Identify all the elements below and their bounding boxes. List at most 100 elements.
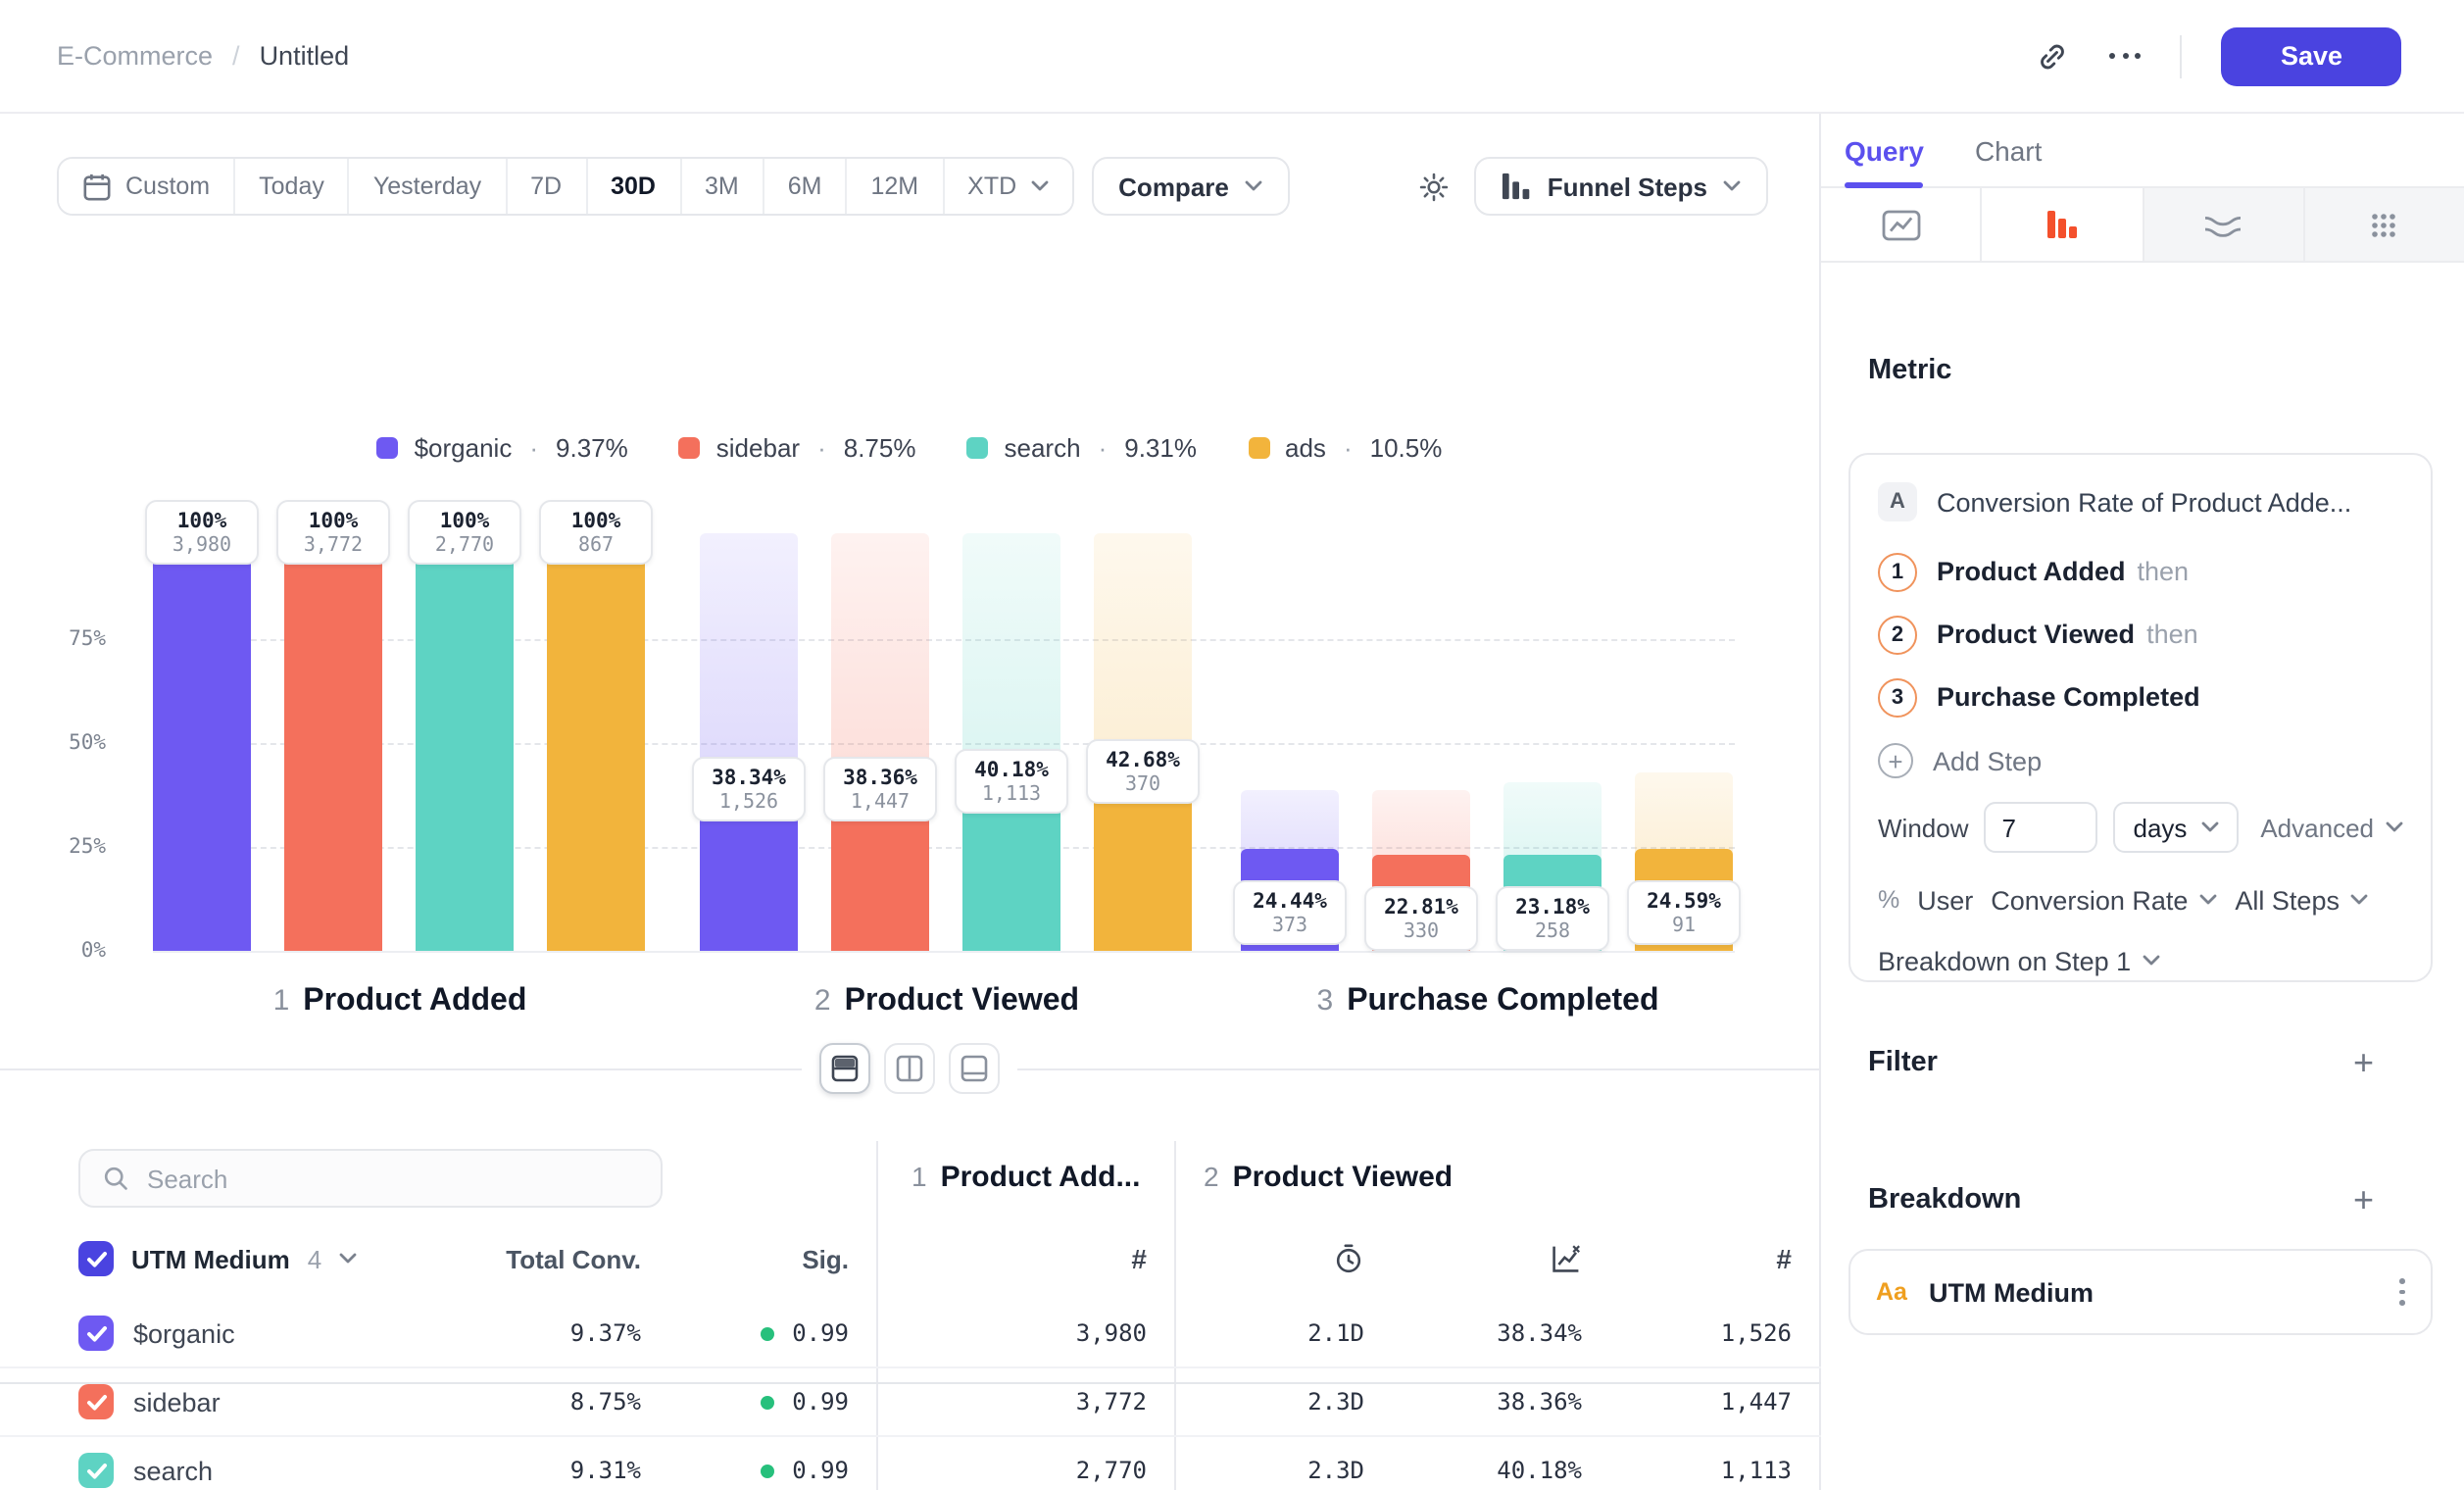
select-all-checkbox[interactable] <box>78 1241 114 1276</box>
more-options-button[interactable] <box>2109 53 2142 59</box>
sig-column-header[interactable]: Sig. <box>802 1221 849 1296</box>
group-step-label: Product Add... <box>941 1161 1141 1194</box>
step-suffix: then <box>2138 557 2190 586</box>
kebab-menu-icon[interactable] <box>2399 1279 2405 1306</box>
chart-type-grid[interactable] <box>2305 188 2464 261</box>
add-filter-button[interactable]: + <box>2353 1045 2374 1080</box>
add-step-button[interactable]: + Add Step <box>1878 729 2403 792</box>
topbar-divider <box>2181 34 2183 77</box>
y-axis-tick: 50% <box>20 731 106 755</box>
table-search[interactable] <box>78 1149 663 1208</box>
app-root: E-Commerce / Untitled Save <box>0 0 2464 1490</box>
step2-count-cell: 1,447 <box>1721 1368 1792 1435</box>
step2-conv-cell: 38.34% <box>1497 1300 1582 1366</box>
gridline <box>153 639 1735 641</box>
funnel-bar-ads-step1[interactable] <box>547 533 645 951</box>
group-step-label: Product Viewed <box>1233 1161 1454 1194</box>
add-step-label: Add Step <box>1933 746 2042 775</box>
share-link-button[interactable] <box>2035 38 2070 74</box>
topbar: E-Commerce / Untitled Save <box>0 0 2464 114</box>
window-label: Window <box>1878 813 1969 842</box>
metric-card: A Conversion Rate of Product Adde... 1 P… <box>1848 453 2433 982</box>
row-checkbox[interactable] <box>78 1316 114 1351</box>
layout-toggle-split-vertical[interactable] <box>884 1043 935 1094</box>
window-unit-select[interactable]: days <box>2114 802 2239 853</box>
y-axis-tick: 0% <box>20 939 106 963</box>
sig-dot <box>761 1395 774 1409</box>
gridline <box>153 743 1735 745</box>
step2-time-cell: 2.1D <box>1307 1300 1364 1366</box>
chart-type-retention[interactable] <box>2144 188 2305 261</box>
layout-toggle-panel-bottom[interactable] <box>949 1043 1000 1094</box>
step2-conv-column-header[interactable] <box>1551 1221 1582 1296</box>
total-conv-cell: 8.75% <box>570 1368 641 1435</box>
step2-count-cell: 1,526 <box>1721 1300 1792 1366</box>
dots-grid-icon <box>2371 211 2398 238</box>
advanced-toggle[interactable]: Advanced <box>2260 813 2403 842</box>
funnel-bar-sidebar-step1[interactable] <box>284 533 382 951</box>
line-chart-icon <box>1881 209 1920 240</box>
percent-icon: % <box>1878 886 1899 914</box>
step2-time-column-header[interactable] <box>1333 1221 1364 1296</box>
tab-chart[interactable]: Chart <box>1975 114 2042 186</box>
step1-count-column-header[interactable]: # <box>1131 1221 1147 1296</box>
measure-metric-select[interactable]: Conversion Rate <box>1991 885 2217 915</box>
chart-trend-icon <box>1551 1243 1582 1274</box>
link-icon <box>2035 38 2070 74</box>
search-input[interactable] <box>147 1164 639 1193</box>
table-row[interactable]: search9.31%0.992,7702.3D40.18%1,113 <box>0 1437 1821 1490</box>
chart-type-funnel[interactable] <box>1983 188 2144 261</box>
row-checkbox[interactable] <box>78 1384 114 1419</box>
step-axis-label-1: 1Product Added <box>153 984 647 1019</box>
row-checkbox[interactable] <box>78 1453 114 1488</box>
retention-chart-icon <box>2203 211 2242 238</box>
step2-count-cell: 1,113 <box>1721 1437 1792 1490</box>
add-breakdown-button[interactable]: + <box>2353 1182 2374 1217</box>
breadcrumb-separator: / <box>232 41 240 71</box>
step-name: Purchase Completed <box>1937 682 2200 712</box>
bar-value-label: 38.34%1,526 <box>692 758 806 822</box>
bar-value-label: 100%3,772 <box>276 500 390 565</box>
step1-count-cell: 2,770 <box>1076 1437 1147 1490</box>
chart-type-line[interactable] <box>1821 188 1983 261</box>
measure-scope-select[interactable]: All Steps <box>2235 885 2369 915</box>
step-number-badge: 1 <box>1878 553 1917 592</box>
funnel-bar-search-step1[interactable] <box>416 533 514 951</box>
metric-title: Conversion Rate of Product Adde... <box>1937 487 2351 517</box>
layout-toggle-split-horizontal[interactable] <box>819 1043 870 1094</box>
funnel-step-3[interactable]: 3 Purchase Completed <box>1878 667 2403 729</box>
funnel-bar-$organic-step1[interactable] <box>153 533 251 951</box>
step2-count-column-header[interactable]: # <box>1776 1221 1792 1296</box>
topbar-actions: Save <box>2035 26 2401 85</box>
bar-value-label: 23.18%258 <box>1496 885 1609 950</box>
table-group-header-step2[interactable]: 2Product Viewed <box>1204 1161 1453 1194</box>
bar-value-label: 24.44%373 <box>1233 880 1347 945</box>
breakdown-on-step-select[interactable]: Breakdown on Step 1 <box>1878 941 2403 980</box>
breakdown-column-header[interactable]: UTM Medium 4 <box>78 1221 357 1296</box>
save-button[interactable]: Save <box>2222 26 2401 85</box>
step-axis-label-2: 2Product Viewed <box>700 984 1194 1019</box>
step-suffix: then <box>2146 620 2198 649</box>
breakdown-column-label: UTM Medium <box>131 1244 290 1273</box>
table-group-header-step1[interactable]: 1Product Add... <box>912 1161 1141 1194</box>
table-row[interactable]: $organic9.37%0.993,9802.1D38.34%1,526 <box>0 1300 1821 1368</box>
step-name: Product Viewed <box>1937 620 2135 649</box>
step-axis-label-3: 3Purchase Completed <box>1241 984 1735 1019</box>
breadcrumb-project[interactable]: E-Commerce <box>57 41 213 71</box>
funnel-step-1[interactable]: 1 Product Addedthen <box>1878 541 2403 604</box>
column-label: Total Conv. <box>506 1244 641 1273</box>
measure-scope-label: All Steps <box>2235 885 2340 915</box>
chart-type-strip <box>1821 188 2464 263</box>
funnel-step-2[interactable]: 2 Product Viewedthen <box>1878 604 2403 667</box>
breakdown-property-card[interactable]: Aa UTM Medium <box>1848 1249 2433 1335</box>
measure-user-label[interactable]: User <box>1917 885 1973 915</box>
breadcrumb-title[interactable]: Untitled <box>260 41 350 71</box>
metric-header[interactable]: A Conversion Rate of Product Adde... <box>1878 478 2403 525</box>
metric-section-label: Metric <box>1868 355 1951 386</box>
table-row[interactable]: sidebar8.75%0.993,7722.3D38.36%1,447 <box>0 1368 1821 1437</box>
bar-value-label: 22.81%330 <box>1364 887 1478 952</box>
window-value-input[interactable] <box>1985 802 2098 853</box>
y-axis-tick: 75% <box>20 627 106 651</box>
tab-query[interactable]: Query <box>1845 114 1924 186</box>
total-conv-column-header[interactable]: Total Conv. <box>506 1221 641 1296</box>
